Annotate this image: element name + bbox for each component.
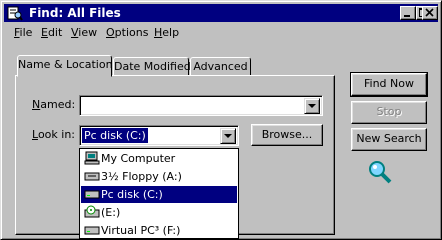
- minimize-button[interactable]: [400, 6, 416, 20]
- lookin-value: Pc disk (C:): [82, 128, 148, 143]
- menu-options[interactable]: Options: [106, 26, 148, 39]
- tab-date-modified[interactable]: Date Modified: [113, 57, 191, 77]
- list-item[interactable]: (E:): [81, 204, 237, 221]
- menu-file[interactable]: File: [14, 26, 32, 39]
- menu-help[interactable]: Help: [154, 26, 179, 39]
- lookin-label: Look in:: [32, 128, 75, 141]
- find-now-button[interactable]: Find Now: [350, 72, 428, 97]
- computer-icon: [84, 151, 100, 165]
- find-app-icon: [7, 6, 23, 21]
- menu-edit[interactable]: Edit: [41, 26, 62, 39]
- magnifier-icon: [369, 161, 392, 184]
- menu-view[interactable]: View: [71, 26, 97, 39]
- chevron-down-icon: [308, 104, 316, 108]
- hard-drive-icon: [84, 190, 100, 199]
- list-item[interactable]: 3½ Floppy (A:): [81, 168, 237, 185]
- floppy-drive-icon: [84, 172, 100, 181]
- list-item[interactable]: My Computer: [81, 150, 237, 167]
- find-window: Find: All Files File Edit View Options H…: [0, 0, 442, 240]
- named-combobox[interactable]: [79, 95, 323, 116]
- named-dropdown-button[interactable]: [304, 98, 320, 114]
- hard-drive-icon: [84, 226, 100, 235]
- stop-button[interactable]: Stop: [351, 101, 427, 124]
- lookin-dropdown-button[interactable]: [220, 128, 236, 144]
- chevron-down-icon: [224, 134, 232, 138]
- tab-advanced[interactable]: Advanced: [190, 57, 251, 77]
- minimize-icon: [404, 15, 410, 17]
- tab-name-location[interactable]: Name & Location: [17, 55, 113, 77]
- list-item-selected[interactable]: Pc disk (C:): [81, 186, 237, 203]
- close-icon: [425, 8, 434, 17]
- close-button[interactable]: [422, 6, 438, 20]
- lookin-combobox[interactable]: Pc disk (C:): [79, 125, 239, 146]
- list-item[interactable]: Virtual PC³ (F:): [81, 222, 237, 239]
- cd-drive-icon: [84, 205, 100, 218]
- window-title: Find: All Files: [29, 6, 121, 20]
- browse-button[interactable]: Browse...: [251, 124, 323, 146]
- named-label: Named:: [32, 98, 76, 111]
- title-bar[interactable]: Find: All Files: [4, 4, 438, 22]
- new-search-button[interactable]: New Search: [351, 128, 427, 151]
- lookin-dropdown-list: My Computer 3½ Floppy (A:) Pc disk (C:) …: [79, 148, 239, 239]
